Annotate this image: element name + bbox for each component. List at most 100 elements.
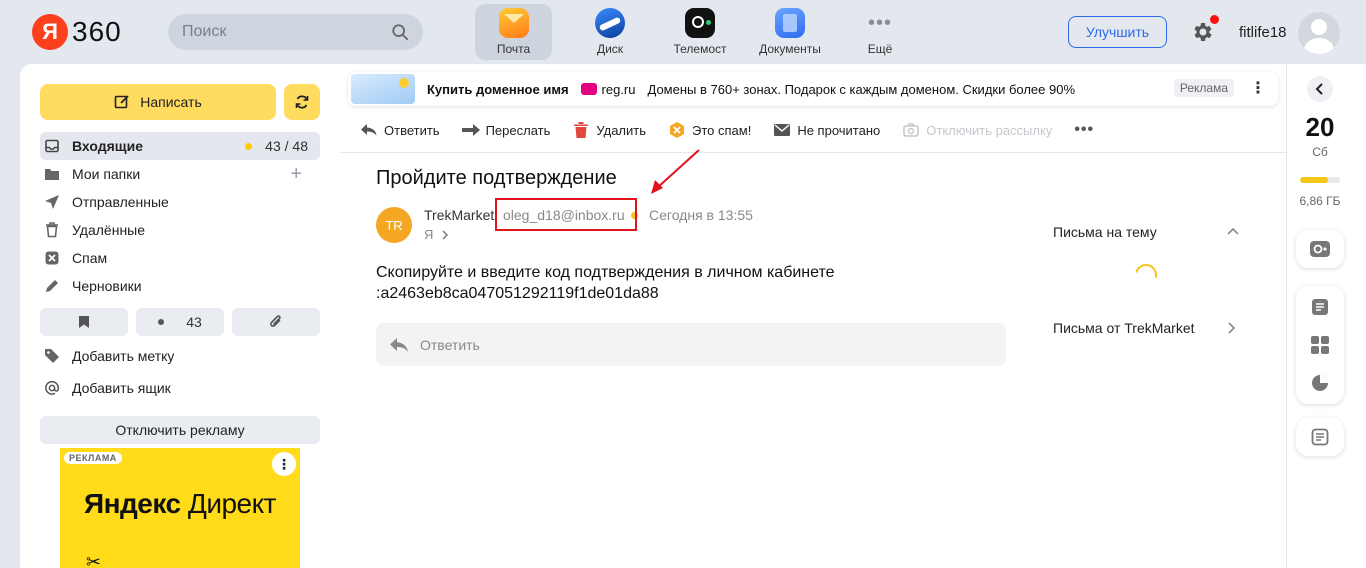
folder-my-folders-label: Мои папки <box>72 166 141 182</box>
avatar[interactable] <box>1298 12 1340 54</box>
folder-icon <box>44 166 60 182</box>
folder-sent-label: Отправленные <box>72 194 169 210</box>
rail-stats-button[interactable] <box>1296 364 1344 402</box>
add-mailbox-link[interactable]: Добавить ящик <box>44 380 171 396</box>
chevron-right-icon[interactable] <box>1226 321 1236 335</box>
ad-brand: reg.ru <box>580 82 636 97</box>
send-icon <box>44 194 60 210</box>
message-toolbar: Ответить Переслать Удалить Это спам! Не … <box>360 120 1094 140</box>
sender-name[interactable]: TrekMarket <box>424 207 494 223</box>
delete-button[interactable]: Удалить <box>572 122 646 138</box>
rail-services-button[interactable] <box>1296 326 1344 364</box>
search-bar[interactable] <box>168 14 423 50</box>
folder-sent[interactable]: Отправленные <box>40 188 320 216</box>
annotation-arrow-icon <box>651 149 700 194</box>
tag-icon <box>44 348 60 364</box>
folder-drafts[interactable]: Черновики <box>40 272 320 300</box>
rail-notes-button[interactable] <box>1296 288 1344 326</box>
filter-unread[interactable]: 43 <box>136 308 224 336</box>
envelope-icon <box>773 122 791 138</box>
spam-icon <box>668 122 686 138</box>
ad-text: Домены в 760+ зонах. Подарок с каждым до… <box>647 81 1076 97</box>
rail-telemost-button[interactable] <box>1296 230 1344 268</box>
rail-card-tools <box>1296 286 1344 404</box>
unsubscribe-label: Отключить рассылку <box>926 122 1053 138</box>
search-icon[interactable] <box>391 23 409 41</box>
add-label-text: Добавить метку <box>72 348 175 364</box>
calendar-day[interactable]: 20 <box>1287 112 1353 143</box>
pie-chart-icon <box>1312 375 1328 391</box>
folder-my-folders[interactable]: Мои папки + <box>40 160 320 188</box>
filter-important[interactable] <box>40 308 128 336</box>
right-rail: 20 Сб 6,86 ГБ <box>1286 64 1366 568</box>
chevron-up-icon[interactable] <box>1226 226 1240 236</box>
telemost-icon <box>685 8 715 38</box>
mark-unread-label: Не прочитано <box>797 122 881 138</box>
trash-icon <box>44 222 60 238</box>
app-telemost-label: Телемост <box>673 42 727 56</box>
trash-icon <box>572 122 590 138</box>
filter-unread-count: 43 <box>186 314 202 330</box>
upgrade-button[interactable]: Улучшить <box>1068 16 1167 48</box>
search-input[interactable] <box>182 23 391 41</box>
collapse-rail-button[interactable] <box>1307 76 1333 102</box>
logo-360: 360 <box>72 16 122 47</box>
quick-reply-box[interactable]: Ответить <box>376 323 1006 366</box>
spam-label: Это спам! <box>692 122 752 138</box>
username[interactable]: fitlife18 <box>1239 24 1287 41</box>
folder-spam[interactable]: Спам <box>40 244 320 272</box>
sidebar: Написать Входящие 43 / 48 Мои папки + От… <box>20 64 340 568</box>
app-mail[interactable]: Почта <box>475 4 552 60</box>
storage-label[interactable]: 6,86 ГБ <box>1287 194 1353 208</box>
yandex-direct-logo: Яндекс Директ <box>60 488 300 520</box>
app-mail-label: Почта <box>496 42 531 56</box>
app-disk[interactable]: Диск <box>565 4 655 60</box>
spam-button[interactable]: Это спам! <box>668 122 751 138</box>
reply-button[interactable]: Ответить <box>360 122 440 138</box>
reply-icon <box>390 337 408 352</box>
yandex-360-logo[interactable]: Я 360 <box>32 14 122 50</box>
compose-button[interactable]: Написать <box>40 84 276 120</box>
rail-card-tasks <box>1296 418 1344 456</box>
calendar-weekday: Сб <box>1312 145 1328 159</box>
add-label-link[interactable]: Добавить метку <box>44 348 174 364</box>
app-documents[interactable]: Документы <box>745 4 835 60</box>
forward-button[interactable]: Переслать <box>461 122 550 138</box>
refresh-button[interactable] <box>284 84 320 120</box>
unsubscribe-button[interactable]: Отключить рассылку <box>902 122 1052 138</box>
filter-attachments[interactable] <box>232 308 320 336</box>
app-telemost[interactable]: Телемост <box>655 4 745 60</box>
app-switcher: Почта Диск Телемост Документы ••• Ещё <box>475 4 925 60</box>
apps-grid-icon <box>1311 336 1329 354</box>
tasks-icon <box>1311 428 1329 446</box>
ad-more-icon[interactable]: ⋮ <box>1250 78 1266 98</box>
more-actions-icon[interactable]: ••• <box>1074 121 1094 139</box>
letters-from-sender-link[interactable]: Письма от TrekMarket <box>1053 320 1195 336</box>
mark-unread-button[interactable]: Не прочитано <box>773 122 880 138</box>
documents-icon <box>775 8 805 38</box>
thread-letters-toggle[interactable]: Письма на тему <box>1053 224 1157 240</box>
paperclip-icon <box>270 315 281 327</box>
yandex-direct-ad[interactable]: РЕКЛАМА ⋮ Яндекс Директ ✂ <box>60 448 300 568</box>
gear-icon[interactable] <box>1190 20 1214 44</box>
forward-icon <box>461 122 480 138</box>
folder-deleted[interactable]: Удалённые <box>40 216 320 244</box>
notification-dot <box>1210 15 1219 24</box>
recipient-toggle[interactable]: Я <box>424 227 451 242</box>
notes-icon <box>1312 299 1328 315</box>
filter-bar: 43 <box>40 308 320 336</box>
app-more[interactable]: ••• Ещё <box>835 4 925 60</box>
sender-avatar[interactable]: TR <box>376 207 412 243</box>
disable-ads-button[interactable]: Отключить рекламу <box>40 416 320 444</box>
app-documents-label: Документы <box>759 42 821 56</box>
chevron-right-icon <box>442 229 449 240</box>
ad-banner[interactable]: Купить доменное имя reg.ru Домены в 760+… <box>348 72 1278 106</box>
unread-dot <box>245 143 252 150</box>
rail-tasks-button[interactable] <box>1296 418 1344 456</box>
chevron-left-icon <box>1315 83 1323 95</box>
ad-image <box>351 74 415 104</box>
add-folder-icon[interactable]: + <box>290 163 302 186</box>
quick-reply-placeholder: Ответить <box>420 336 480 353</box>
ad-menu-icon[interactable]: ⋮ <box>272 452 296 476</box>
folder-inbox[interactable]: Входящие 43 / 48 <box>40 132 320 160</box>
